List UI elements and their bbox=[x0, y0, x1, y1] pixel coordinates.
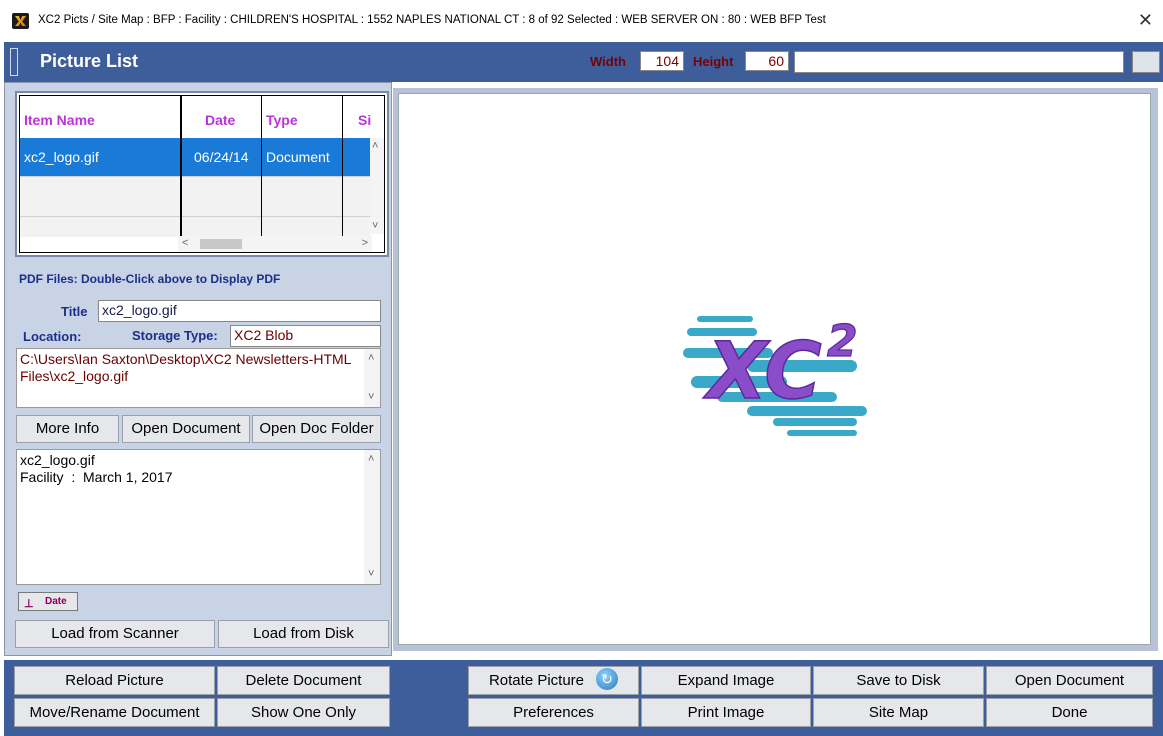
scroll-left-icon[interactable]: < bbox=[182, 237, 188, 249]
logo-superscript: 2 bbox=[827, 316, 858, 367]
print-image-button[interactable]: Print Image bbox=[641, 698, 811, 727]
load-from-disk-button[interactable]: Load from Disk bbox=[218, 620, 389, 648]
window-title-bar: XC2 Picts / Site Map : BFP : Facility : … bbox=[0, 0, 1163, 42]
cell-date: 06/24/14 bbox=[194, 149, 249, 165]
record-selector[interactable] bbox=[10, 48, 18, 76]
notes-line: xc2_logo.gif bbox=[20, 452, 95, 468]
width-label: Width bbox=[590, 54, 626, 69]
more-info-button[interactable]: More Info bbox=[16, 415, 119, 443]
storage-type-label: Storage Type: bbox=[132, 328, 218, 343]
scroll-right-icon[interactable]: > bbox=[362, 237, 368, 249]
show-one-only-button[interactable]: Show One Only bbox=[217, 698, 390, 727]
xc2-logo-image: XC 2 bbox=[683, 315, 867, 436]
open-document-button[interactable]: Open Document bbox=[122, 415, 250, 443]
title-field[interactable]: xc2_logo.gif bbox=[98, 300, 381, 322]
window-title: XC2 Picts / Site Map : BFP : Facility : … bbox=[38, 14, 826, 26]
insert-date-button[interactable]: ⊥ Date bbox=[18, 592, 78, 611]
notes-line: Facility : March 1, 2017 bbox=[20, 469, 173, 485]
close-icon[interactable]: ✕ bbox=[1138, 10, 1153, 31]
table-row[interactable]: xc2_logo.gif 06/24/14 Document bbox=[20, 138, 370, 176]
list-vertical-scrollbar[interactable]: ˄ ˅ bbox=[370, 138, 384, 234]
width-field[interactable]: 104 bbox=[640, 51, 684, 71]
file-path-field[interactable]: C:\Users\Ian Saxton\Desktop\XC2 Newslett… bbox=[16, 348, 381, 408]
header-search-field[interactable] bbox=[794, 51, 1124, 73]
header-option-button[interactable] bbox=[1132, 51, 1160, 73]
column-header-type[interactable]: Type bbox=[266, 112, 298, 128]
table-row-empty[interactable] bbox=[20, 176, 370, 217]
picture-list: Item Name Date Type Si xc2_logo.gif 06/2… bbox=[15, 91, 389, 257]
picture-preview-frame: XC 2 bbox=[393, 88, 1158, 651]
picture-preview[interactable]: XC 2 bbox=[398, 93, 1151, 645]
picture-details-panel: Item Name Date Type Si xc2_logo.gif 06/2… bbox=[4, 82, 392, 656]
done-button[interactable]: Done bbox=[986, 698, 1153, 727]
save-to-disk-button[interactable]: Save to Disk bbox=[813, 666, 984, 695]
date-button-label: Date bbox=[45, 596, 67, 607]
expand-image-button[interactable]: Expand Image bbox=[641, 666, 811, 695]
pdf-hint-text: PDF Files: Double-Click above to Display… bbox=[19, 272, 281, 286]
preferences-button[interactable]: Preferences bbox=[468, 698, 639, 727]
scroll-up-icon[interactable]: ˄ bbox=[368, 350, 374, 367]
cell-item-name: xc2_logo.gif bbox=[24, 149, 99, 165]
rotate-picture-label: Rotate Picture bbox=[488, 672, 585, 689]
list-header-row: Item Name Date Type Si bbox=[20, 96, 384, 140]
site-map-button[interactable]: Site Map bbox=[813, 698, 984, 727]
notes-field[interactable]: xc2_logo.gif Facility : March 1, 2017 ˄ … bbox=[16, 449, 381, 585]
load-from-scanner-button[interactable]: Load from Scanner bbox=[15, 620, 215, 648]
column-header-size[interactable]: Si bbox=[358, 112, 371, 128]
title-label: Title bbox=[61, 304, 88, 319]
column-header-date[interactable]: Date bbox=[205, 112, 235, 128]
cell-type: Document bbox=[266, 149, 330, 165]
file-path-text: C:\Users\Ian Saxton\Desktop\XC2 Newslett… bbox=[20, 351, 351, 384]
open-document-bottom-button[interactable]: Open Document bbox=[986, 666, 1153, 695]
column-divider bbox=[261, 96, 262, 252]
picture-list-header: Picture List Width 104 Height 60 bbox=[4, 42, 1163, 82]
rotate-picture-button[interactable]: Rotate Picture ↻ bbox=[468, 666, 639, 695]
column-divider bbox=[180, 96, 182, 252]
picture-list-table: Item Name Date Type Si xc2_logo.gif 06/2… bbox=[19, 95, 385, 253]
open-doc-folder-button[interactable]: Open Doc Folder bbox=[252, 415, 381, 443]
location-label: Location: bbox=[23, 329, 82, 344]
path-scrollbar[interactable]: ˄ ˅ bbox=[364, 349, 380, 407]
column-divider bbox=[342, 96, 343, 252]
rotate-icon: ↻ bbox=[596, 668, 619, 691]
scroll-up-icon[interactable]: ˄ bbox=[368, 451, 374, 468]
storage-type-field[interactable]: XC2 Blob bbox=[230, 325, 381, 347]
scroll-down-icon[interactable]: ˅ bbox=[372, 220, 378, 232]
move-rename-document-button[interactable]: Move/Rename Document bbox=[14, 698, 215, 727]
column-header-item-name[interactable]: Item Name bbox=[24, 112, 95, 128]
logo-text: XC bbox=[703, 327, 822, 417]
scroll-down-icon[interactable]: ˅ bbox=[368, 389, 374, 406]
height-field[interactable]: 60 bbox=[745, 51, 789, 71]
list-horizontal-scrollbar[interactable]: < > bbox=[178, 236, 372, 252]
height-label: Height bbox=[693, 54, 734, 69]
scroll-up-icon[interactable]: ˄ bbox=[372, 140, 378, 152]
notes-scrollbar[interactable]: ˄ ˅ bbox=[364, 450, 380, 584]
app-logo-icon bbox=[12, 13, 29, 29]
table-row-empty[interactable] bbox=[20, 216, 370, 237]
bottom-toolbar: Reload Picture Delete Document Rotate Pi… bbox=[4, 660, 1163, 736]
scrollbar-thumb[interactable] bbox=[200, 239, 242, 249]
date-stamp-icon: ⊥ bbox=[24, 598, 34, 610]
delete-document-button[interactable]: Delete Document bbox=[217, 666, 390, 695]
scroll-down-icon[interactable]: ˅ bbox=[368, 566, 374, 583]
page-title: Picture List bbox=[40, 51, 139, 71]
reload-picture-button[interactable]: Reload Picture bbox=[14, 666, 215, 695]
